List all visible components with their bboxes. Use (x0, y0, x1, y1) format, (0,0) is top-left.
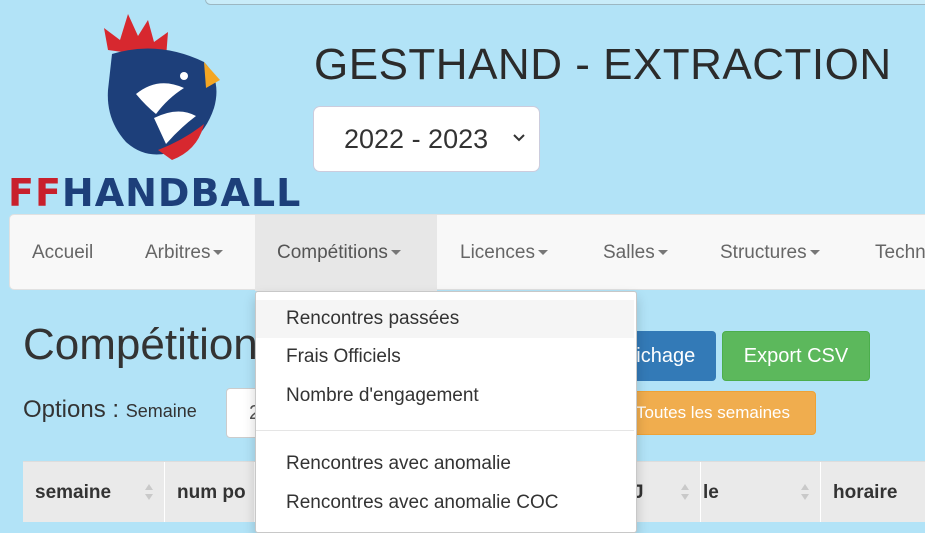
th-num-poule-label: num po (177, 482, 246, 503)
page-heading: Compétition (23, 320, 258, 369)
season-select[interactable]: 2022 - 2023 (313, 106, 540, 172)
nav-accueil[interactable]: Accueil (32, 215, 93, 291)
nav-licences-label: Licences (460, 242, 535, 263)
th-le-label: le (703, 482, 719, 503)
nav-salles[interactable]: Salles (603, 215, 668, 291)
options-text: Options : (23, 396, 120, 423)
export-csv-button[interactable]: Export CSV (722, 331, 870, 381)
menu-item-rencontres-anomalie-coc[interactable]: Rencontres avec anomalie COC (256, 484, 634, 522)
nav-accueil-label: Accueil (32, 242, 94, 263)
caret-down-icon (390, 250, 401, 256)
th-le[interactable]: le (691, 462, 821, 522)
semaine-label: Semaine (125, 401, 197, 421)
app-title: GESTHAND - EXTRACTION (314, 40, 892, 89)
caret-down-icon (657, 250, 668, 256)
menu-item-rencontres-anomalie[interactable]: Rencontres avec anomalie (256, 445, 634, 483)
menu-item-rencontres-passees[interactable]: Rencontres passées (256, 300, 634, 338)
caret-down-icon (809, 250, 820, 256)
th-horaire[interactable]: horaire (821, 462, 925, 522)
nav-arbitres-label: Arbitres (145, 242, 211, 263)
th-semaine[interactable]: semaine (23, 462, 165, 522)
sort-icon (801, 484, 809, 500)
sort-icon (145, 484, 153, 500)
th-num-poule[interactable]: num po (165, 462, 255, 522)
sort-icon (681, 484, 689, 500)
caret-down-icon (538, 250, 548, 256)
nav-techn-label: Techn (875, 242, 925, 263)
th-semaine-label: semaine (35, 482, 112, 503)
nav-structures[interactable]: Structures (720, 215, 820, 291)
menu-item-frais-officiels[interactable]: Frais Officiels (256, 338, 634, 376)
nav-structures-label: Structures (720, 242, 807, 263)
ffhandball-logo[interactable]: FFHANDBALL (8, 10, 308, 215)
main-navbar: Accueil Arbitres Compétitions Licences S… (9, 214, 925, 291)
season-select-value: 2022 - 2023 (344, 123, 489, 154)
nav-techn[interactable]: Techn (875, 215, 925, 291)
caret-down-icon (213, 250, 224, 256)
nav-salles-label: Salles (603, 242, 655, 263)
rooster-icon: FFHANDBALL (8, 14, 301, 215)
svg-text:FFHANDBALL: FFHANDBALL (8, 171, 301, 210)
th-horaire-label: horaire (833, 482, 898, 503)
menu-item-nombre-engagement[interactable]: Nombre d'engagement (256, 377, 634, 415)
toutes-semaines-button[interactable]: Toutes les semaines (610, 391, 816, 435)
chevron-down-icon (513, 134, 525, 142)
nav-arbitres[interactable]: Arbitres (145, 215, 224, 291)
browser-bar-edge (205, 0, 925, 5)
menu-divider (256, 430, 634, 431)
nav-licences[interactable]: Licences (460, 215, 548, 291)
nav-competitions[interactable]: Compétitions (255, 215, 437, 291)
nav-competitions-label: Compétitions (277, 242, 388, 263)
options-label: Options : Semaine (23, 396, 197, 424)
competitions-dropdown-menu: Rencontres passées Frais Officiels Nombr… (255, 291, 637, 533)
